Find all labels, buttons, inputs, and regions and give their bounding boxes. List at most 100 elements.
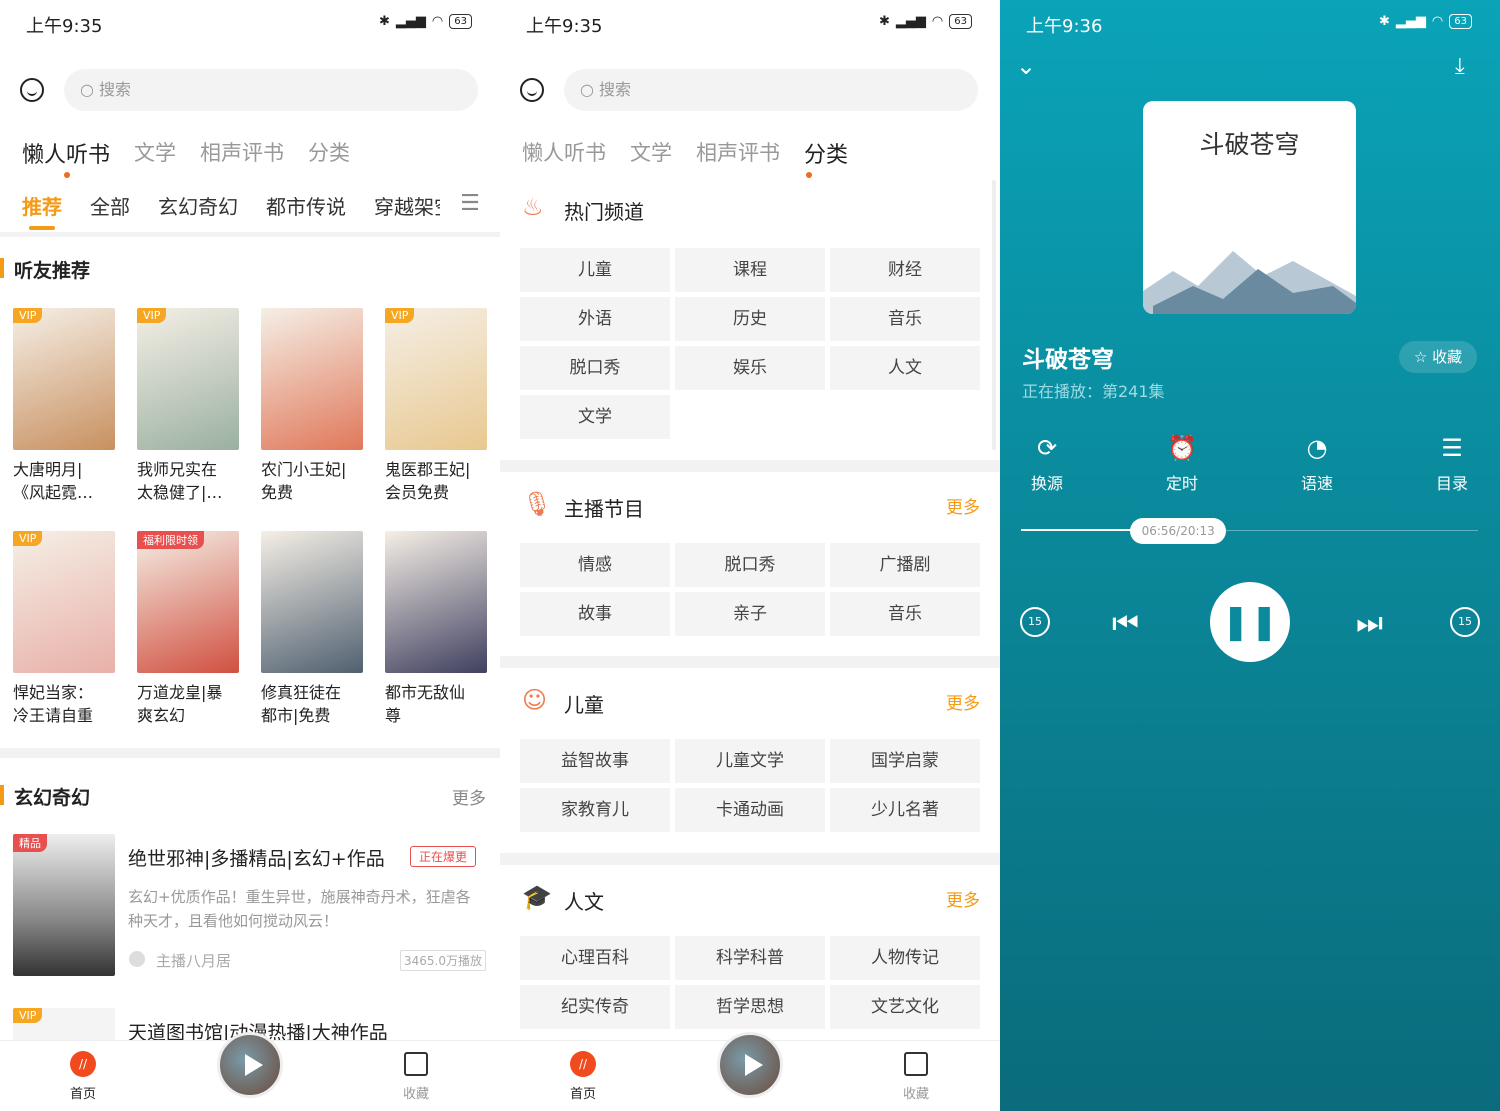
book-cover[interactable]: VIP: [13, 308, 115, 450]
tab-literature[interactable]: 文学: [134, 137, 176, 169]
subtab-urban[interactable]: 都市传说: [266, 191, 346, 220]
category-item[interactable]: 卡通动画: [675, 788, 825, 832]
search-input[interactable]: ○ 搜索: [564, 69, 978, 111]
category-item[interactable]: 娱乐: [675, 346, 825, 390]
now-playing-button[interactable]: [217, 1032, 283, 1098]
book-title: 绝世邪神|多播精品|玄幻+作品: [128, 848, 385, 870]
menu-icon[interactable]: ☰: [440, 186, 500, 226]
category-item[interactable]: 纪实传奇: [520, 985, 670, 1029]
category-item[interactable]: 故事: [520, 592, 670, 636]
category-item[interactable]: 外语: [520, 297, 670, 341]
now-playing-button[interactable]: [717, 1032, 783, 1098]
nav-home[interactable]: // 首页: [53, 1051, 113, 1102]
vip-badge: VIP: [13, 1008, 43, 1023]
book-cover[interactable]: [261, 308, 363, 450]
speed-gauge-icon[interactable]: ◔: [1302, 433, 1332, 463]
nav-favorites[interactable]: 收藏: [886, 1051, 946, 1102]
category-item[interactable]: 脱口秀: [520, 346, 670, 390]
book-cover[interactable]: VIP: [137, 308, 239, 450]
category-item[interactable]: 国学启蒙: [830, 739, 980, 783]
book-cover[interactable]: VIP: [385, 308, 487, 450]
next-icon[interactable]: ⏭: [1356, 606, 1383, 641]
section-title: 听友推荐: [14, 260, 91, 282]
download-icon[interactable]: ⤓: [1455, 54, 1465, 79]
tab-lazy[interactable]: 懒人听书: [22, 137, 110, 169]
list-item[interactable]: 精品 绝世邪神|多播精品|玄幻+作品 正在爆更 玄幻+优质作品！重生异世，施展神…: [0, 834, 500, 984]
tab-category[interactable]: 分类: [308, 137, 350, 169]
category-item[interactable]: 哲学思想: [675, 985, 825, 1029]
alarm-clock-icon[interactable]: ⏰: [1167, 433, 1197, 463]
scrollbar[interactable]: [992, 180, 996, 450]
search-input[interactable]: ○ 搜索: [64, 69, 478, 111]
profile-icon[interactable]: [20, 78, 44, 102]
profile-icon[interactable]: [520, 78, 544, 102]
progress-track[interactable]: [1021, 529, 1478, 531]
category-item[interactable]: 文学: [520, 395, 670, 439]
previous-icon[interactable]: ⏮: [1112, 606, 1139, 641]
book-cover[interactable]: [261, 531, 363, 673]
favorite-button[interactable]: ☆ 收藏: [1399, 341, 1477, 373]
category-item[interactable]: 儿童: [520, 248, 670, 292]
category-item[interactable]: 科学科普: [675, 936, 825, 980]
category-item[interactable]: 历史: [675, 297, 825, 341]
book-cover[interactable]: 福利限时领: [137, 531, 239, 673]
speed-label[interactable]: 语速: [1287, 470, 1347, 494]
book-title-line: 都市无敌仙: [385, 683, 466, 702]
catalog-label[interactable]: 目录: [1422, 470, 1482, 494]
nav-home[interactable]: // 首页: [553, 1051, 613, 1102]
category-item[interactable]: 财经: [830, 248, 980, 292]
progress-thumb[interactable]: 06:56/20:13: [1130, 518, 1227, 544]
category-item[interactable]: 益智故事: [520, 739, 670, 783]
category-item[interactable]: 情感: [520, 543, 670, 587]
more-link[interactable]: 更多: [946, 689, 980, 714]
category-item[interactable]: 脱口秀: [675, 543, 825, 587]
rewind-15-icon[interactable]: 15: [1020, 607, 1050, 637]
category-item[interactable]: 人物传记: [830, 936, 980, 980]
subtab-all[interactable]: 全部: [90, 191, 130, 220]
more-link[interactable]: 更多: [946, 493, 980, 518]
subtab-fantasy[interactable]: 玄幻奇幻: [158, 191, 238, 220]
nav-favorites[interactable]: 收藏: [386, 1051, 446, 1102]
category-item[interactable]: 家教育儿: [520, 788, 670, 832]
pause-button[interactable]: ❚❚: [1210, 582, 1290, 662]
book-cover[interactable]: VIP: [13, 531, 115, 673]
subtab-time-travel[interactable]: 穿越架空: [374, 191, 444, 220]
book-title[interactable]: 都市无敌仙尊: [385, 681, 495, 727]
tab-category[interactable]: 分类: [804, 137, 848, 169]
book-title[interactable]: 鬼医郡王妃| 会员免费: [385, 458, 495, 504]
category-item[interactable]: 文艺文化: [830, 985, 980, 1029]
tab-literature[interactable]: 文学: [630, 137, 672, 169]
category-item[interactable]: 课程: [675, 248, 825, 292]
book-title[interactable]: 修真狂徒在 都市|免费: [261, 681, 371, 727]
book-title[interactable]: 悍妃当家： 冷王请自重: [13, 681, 123, 727]
tab-crosstalk[interactable]: 相声评书: [696, 137, 780, 169]
book-title[interactable]: 大唐明月| 《风起霓…: [13, 458, 123, 504]
book-cover[interactable]: [385, 531, 487, 673]
forward-15-icon[interactable]: 15: [1450, 607, 1480, 637]
book-title[interactable]: 农门小王妃| 免费: [261, 458, 371, 504]
section-title: 儿童: [564, 693, 604, 717]
category-item[interactable]: 音乐: [830, 297, 980, 341]
chevron-down-icon[interactable]: ⌄: [1016, 52, 1036, 80]
timer-label[interactable]: 定时: [1152, 470, 1212, 494]
signal-icon: ▂▄▆: [395, 14, 426, 29]
subtab-recommend[interactable]: 推荐: [22, 191, 62, 220]
more-link[interactable]: 更多: [946, 886, 980, 911]
category-item[interactable]: 音乐: [830, 592, 980, 636]
category-item[interactable]: 儿童文学: [675, 739, 825, 783]
category-item[interactable]: 人文: [830, 346, 980, 390]
book-title[interactable]: 我师兄实在 太稳健了|…: [137, 458, 247, 504]
category-item[interactable]: 心理百科: [520, 936, 670, 980]
switch-source-icon[interactable]: ⟳: [1032, 433, 1062, 463]
section-bar: [0, 785, 4, 805]
list-icon[interactable]: ☰: [1437, 433, 1467, 463]
book-title-line: 会员免费: [385, 483, 450, 502]
more-link[interactable]: 更多: [452, 784, 486, 809]
tab-lazy[interactable]: 懒人听书: [522, 137, 606, 169]
book-title[interactable]: 万道龙皇|暴 爽玄幻: [137, 681, 247, 727]
category-item[interactable]: 少儿名著: [830, 788, 980, 832]
tab-crosstalk[interactable]: 相声评书: [200, 137, 284, 169]
category-item[interactable]: 亲子: [675, 592, 825, 636]
category-item[interactable]: 广播剧: [830, 543, 980, 587]
switch-source-label[interactable]: 换源: [1017, 470, 1077, 494]
